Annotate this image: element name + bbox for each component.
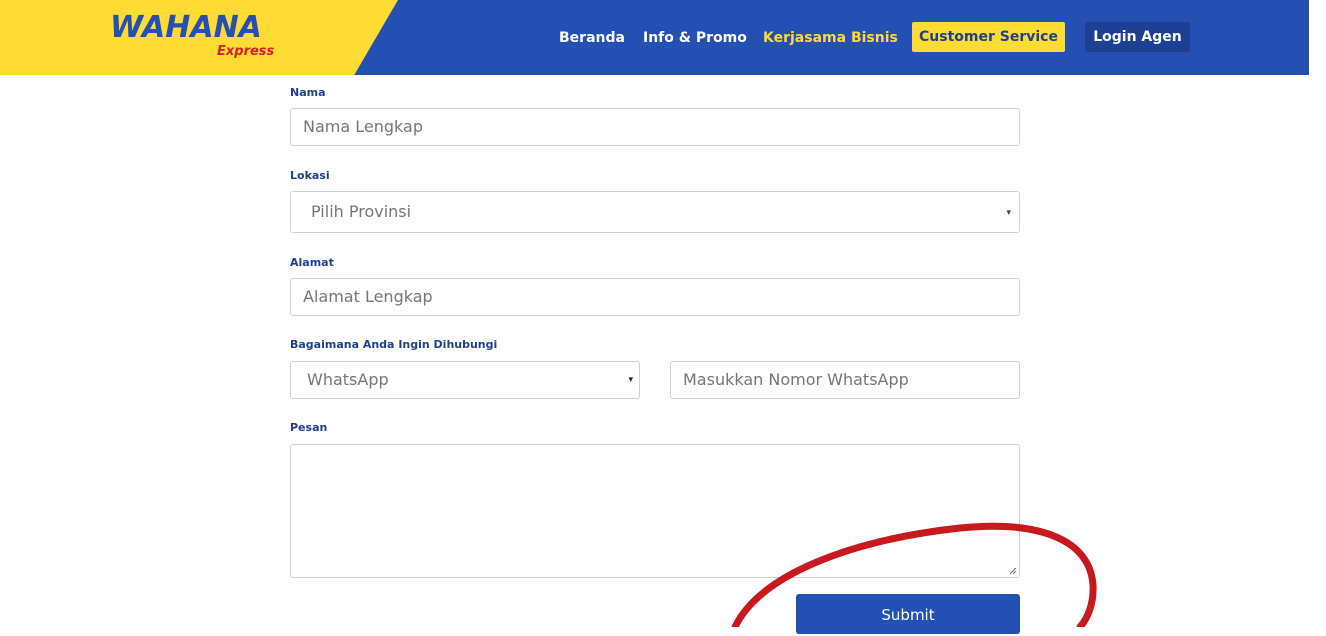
kontak-label: Bagaimana Anda Ingin Dihubungi [290,338,498,351]
logo-subtitle: Express [217,44,275,59]
login-agen-button[interactable]: Login Agen [1085,22,1190,52]
alamat-label: Alamat [290,256,334,269]
logo-wordmark: WAHANA [110,10,262,45]
nav-info-promo[interactable]: Info & Promo [643,27,747,49]
lokasi-label: Lokasi [290,169,330,182]
site-header: WAHANA Express Beranda Info & Promo Kerj… [0,0,1309,75]
alamat-input[interactable]: Alamat Lengkap [290,278,1020,316]
lokasi-selected-value: Pilih Provinsi [311,202,412,221]
pesan-label: Pesan [290,421,328,434]
whatsapp-number-input[interactable]: Masukkan Nomor WhatsApp [670,361,1020,399]
whatsapp-number-placeholder: Masukkan Nomor WhatsApp [683,370,909,389]
nama-input[interactable]: Nama Lengkap [290,108,1020,146]
kontak-method-select[interactable]: WhatsApp ▾ [290,361,640,399]
page-edge [1309,0,1326,627]
resize-handle-icon[interactable] [1009,567,1017,575]
customer-service-button[interactable]: Customer Service [912,22,1065,52]
nav-beranda[interactable]: Beranda [559,27,625,49]
lokasi-select[interactable]: Pilih Provinsi ▾ [290,191,1020,233]
chevron-down-icon: ▾ [628,375,633,385]
chevron-down-icon: ▾ [1006,208,1011,218]
nav-kerjasama-bisnis[interactable]: Kerjasama Bisnis [763,27,898,49]
pesan-textarea[interactable] [290,444,1020,578]
nama-label: Nama [290,86,326,99]
kontak-method-value: WhatsApp [307,370,389,389]
alamat-placeholder: Alamat Lengkap [303,287,433,306]
wahana-logo[interactable]: WAHANA Express [110,8,280,64]
submit-button[interactable]: Submit [796,594,1020,634]
nama-placeholder: Nama Lengkap [303,117,423,136]
